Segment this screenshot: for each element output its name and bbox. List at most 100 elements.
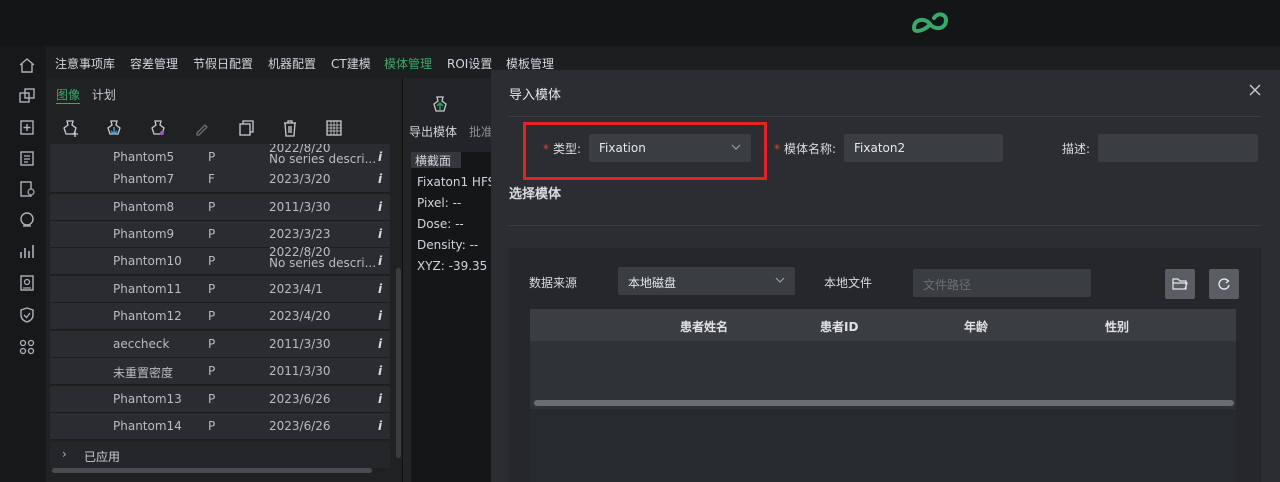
name-input[interactable]: Fixaton2: [844, 134, 1003, 162]
col-patient-name: 患者姓名: [680, 320, 729, 334]
hdd-icon[interactable]: [18, 211, 36, 229]
col-gender: 性别: [1105, 320, 1130, 334]
list-item[interactable]: Phantom7 F 2023/3/20 i: [50, 166, 390, 193]
info-icon[interactable]: i: [378, 392, 382, 406]
col-age: 年龄: [964, 320, 989, 334]
left-nav: [0, 46, 46, 482]
subtab-image[interactable]: 图像: [56, 86, 81, 104]
source-panel: 数据来源 本地磁盘 本地文件 文件路径 患者姓名 患者ID 年龄 性别: [509, 248, 1261, 482]
horizontal-scrollbar[interactable]: [52, 468, 372, 473]
pencil-icon[interactable]: [192, 118, 212, 138]
tab-tolerance[interactable]: 容差管理: [130, 55, 178, 72]
dialog-title: 导入模体: [509, 88, 562, 103]
list-item[interactable]: Phantom10 P 2022/8/20 No series descri...…: [50, 246, 390, 275]
phantom-list-panel: 图像 计划 Phantom5 P 2022/8/20 No series desc…: [46, 78, 402, 482]
sub-tabs: 图像 计划: [56, 86, 124, 104]
info-icon[interactable]: i: [378, 150, 382, 164]
divider: [509, 116, 1261, 117]
file-path-input[interactable]: 文件路径: [913, 269, 1091, 297]
source-label: 数据来源: [529, 276, 578, 290]
clipboard-plus-icon[interactable]: [18, 118, 36, 136]
name-label: * 模体名称:: [774, 142, 837, 156]
type-select[interactable]: Fixation: [589, 134, 751, 162]
edit-phantom-icon[interactable]: [148, 118, 168, 138]
tab-roi[interactable]: ROI设置: [447, 55, 492, 72]
add-phantom-icon[interactable]: [60, 118, 80, 138]
vertical-scrollbar[interactable]: [396, 268, 401, 458]
info-icon[interactable]: i: [378, 254, 382, 268]
desc-label: 描述:: [1062, 142, 1091, 156]
applied-group[interactable]: › 已应用: [50, 442, 390, 468]
tab-holidays[interactable]: 节假日配置: [193, 55, 253, 72]
title-bar: [0, 0, 1280, 46]
import-phantom-icon[interactable]: [104, 118, 124, 138]
info-icon[interactable]: i: [378, 200, 382, 214]
applied-label: 已应用: [84, 450, 121, 464]
table-header: 患者姓名 患者ID 年龄 性别: [530, 309, 1236, 341]
info-icon[interactable]: i: [378, 309, 382, 323]
view-tab[interactable]: 横截面: [411, 152, 461, 168]
apps-icon[interactable]: [18, 338, 36, 356]
chevron-down-icon: [731, 144, 741, 150]
list-item[interactable]: Phantom8 P 2011/3/30 i: [50, 194, 390, 221]
checklist-icon[interactable]: [18, 149, 36, 167]
refresh-icon: [1218, 278, 1230, 290]
tab-phantom[interactable]: 模体管理: [384, 55, 433, 80]
source-select[interactable]: 本地磁盘: [618, 267, 795, 295]
tab-machine[interactable]: 机器配置: [268, 55, 316, 72]
layers-icon[interactable]: [18, 87, 36, 105]
list-item[interactable]: Phantom11 P 2023/4/1 i: [50, 276, 390, 303]
delete-icon[interactable]: [280, 118, 300, 138]
export-tool[interactable]: 导出模体 批准: [409, 92, 493, 152]
list-item[interactable]: aeccheck P 2011/3/30 i: [50, 331, 390, 358]
import-phantom-dialog: 导入模体 * 类型: Fixation * 模体名称: Fixaton2 描述: 选…: [491, 70, 1280, 482]
info-icon[interactable]: i: [378, 227, 382, 241]
file-label: 本地文件: [824, 276, 873, 290]
infinity-logo: [912, 12, 949, 33]
toolbar: [46, 112, 402, 144]
table-scrollbar[interactable]: [534, 400, 1234, 406]
batch-label: 批准: [469, 125, 494, 139]
patient-table: 患者姓名 患者ID 年龄 性别: [530, 309, 1236, 482]
close-icon[interactable]: [1249, 84, 1261, 96]
shield-icon[interactable]: [18, 306, 36, 324]
axial-view: 横截面 Fixaton1 HFS Pixel: -- Dose: -- Dens…: [411, 152, 503, 482]
list-item[interactable]: Phantom9 P 2023/3/23 i: [50, 221, 390, 248]
phantom-list: Phantom5 P 2022/8/20 No series descri... …: [50, 144, 390, 464]
list-item[interactable]: Phantom13 P 2023/6/26 i: [50, 386, 390, 413]
table-lower-area: [530, 409, 1236, 482]
chevron-down-icon: [775, 277, 785, 283]
user-doc-icon[interactable]: [18, 180, 36, 198]
chevron-right-icon: ›: [62, 447, 67, 461]
col-patient-id: 患者ID: [820, 320, 859, 334]
info-icon[interactable]: i: [378, 172, 382, 186]
type-label: * 类型:: [543, 142, 582, 156]
refresh-button[interactable]: [1209, 269, 1239, 299]
export-label: 导出模体: [409, 125, 458, 139]
info-line: Pixel: --: [417, 196, 462, 210]
info-icon[interactable]: i: [378, 419, 382, 433]
list-item[interactable]: Phantom12 P 2023/4/20 i: [50, 303, 390, 330]
grid-icon[interactable]: [324, 118, 344, 138]
divider: [509, 225, 1261, 226]
desc-input[interactable]: [1098, 134, 1258, 162]
info-line: Fixaton1 HFS: [417, 175, 496, 189]
preview-panel: 导出模体 批准 横截面 Fixaton1 HFS Pixel: -- Dose:…: [402, 78, 503, 482]
folder-icon: [1172, 278, 1188, 290]
id-card-icon[interactable]: [18, 274, 36, 292]
info-line: Dose: --: [417, 217, 464, 231]
open-folder-button[interactable]: [1165, 269, 1195, 299]
info-icon[interactable]: i: [378, 282, 382, 296]
select-phantom-heading: 选择模体: [509, 187, 562, 202]
tab-ct-modeling[interactable]: CT建模: [331, 55, 371, 72]
chart-icon[interactable]: [18, 242, 36, 260]
list-item[interactable]: Phantom14 P 2023/6/26 i: [50, 413, 390, 440]
list-item[interactable]: 未重置密度 P 2011/3/30 i: [50, 358, 390, 385]
home-icon[interactable]: [18, 56, 36, 74]
info-icon[interactable]: i: [378, 337, 382, 351]
tab-precautions[interactable]: 注意事项库: [55, 55, 115, 72]
info-line: Density: --: [417, 238, 479, 252]
subtab-plan[interactable]: 计划: [92, 86, 116, 103]
copy-icon[interactable]: [236, 118, 256, 138]
info-icon[interactable]: i: [378, 364, 382, 378]
